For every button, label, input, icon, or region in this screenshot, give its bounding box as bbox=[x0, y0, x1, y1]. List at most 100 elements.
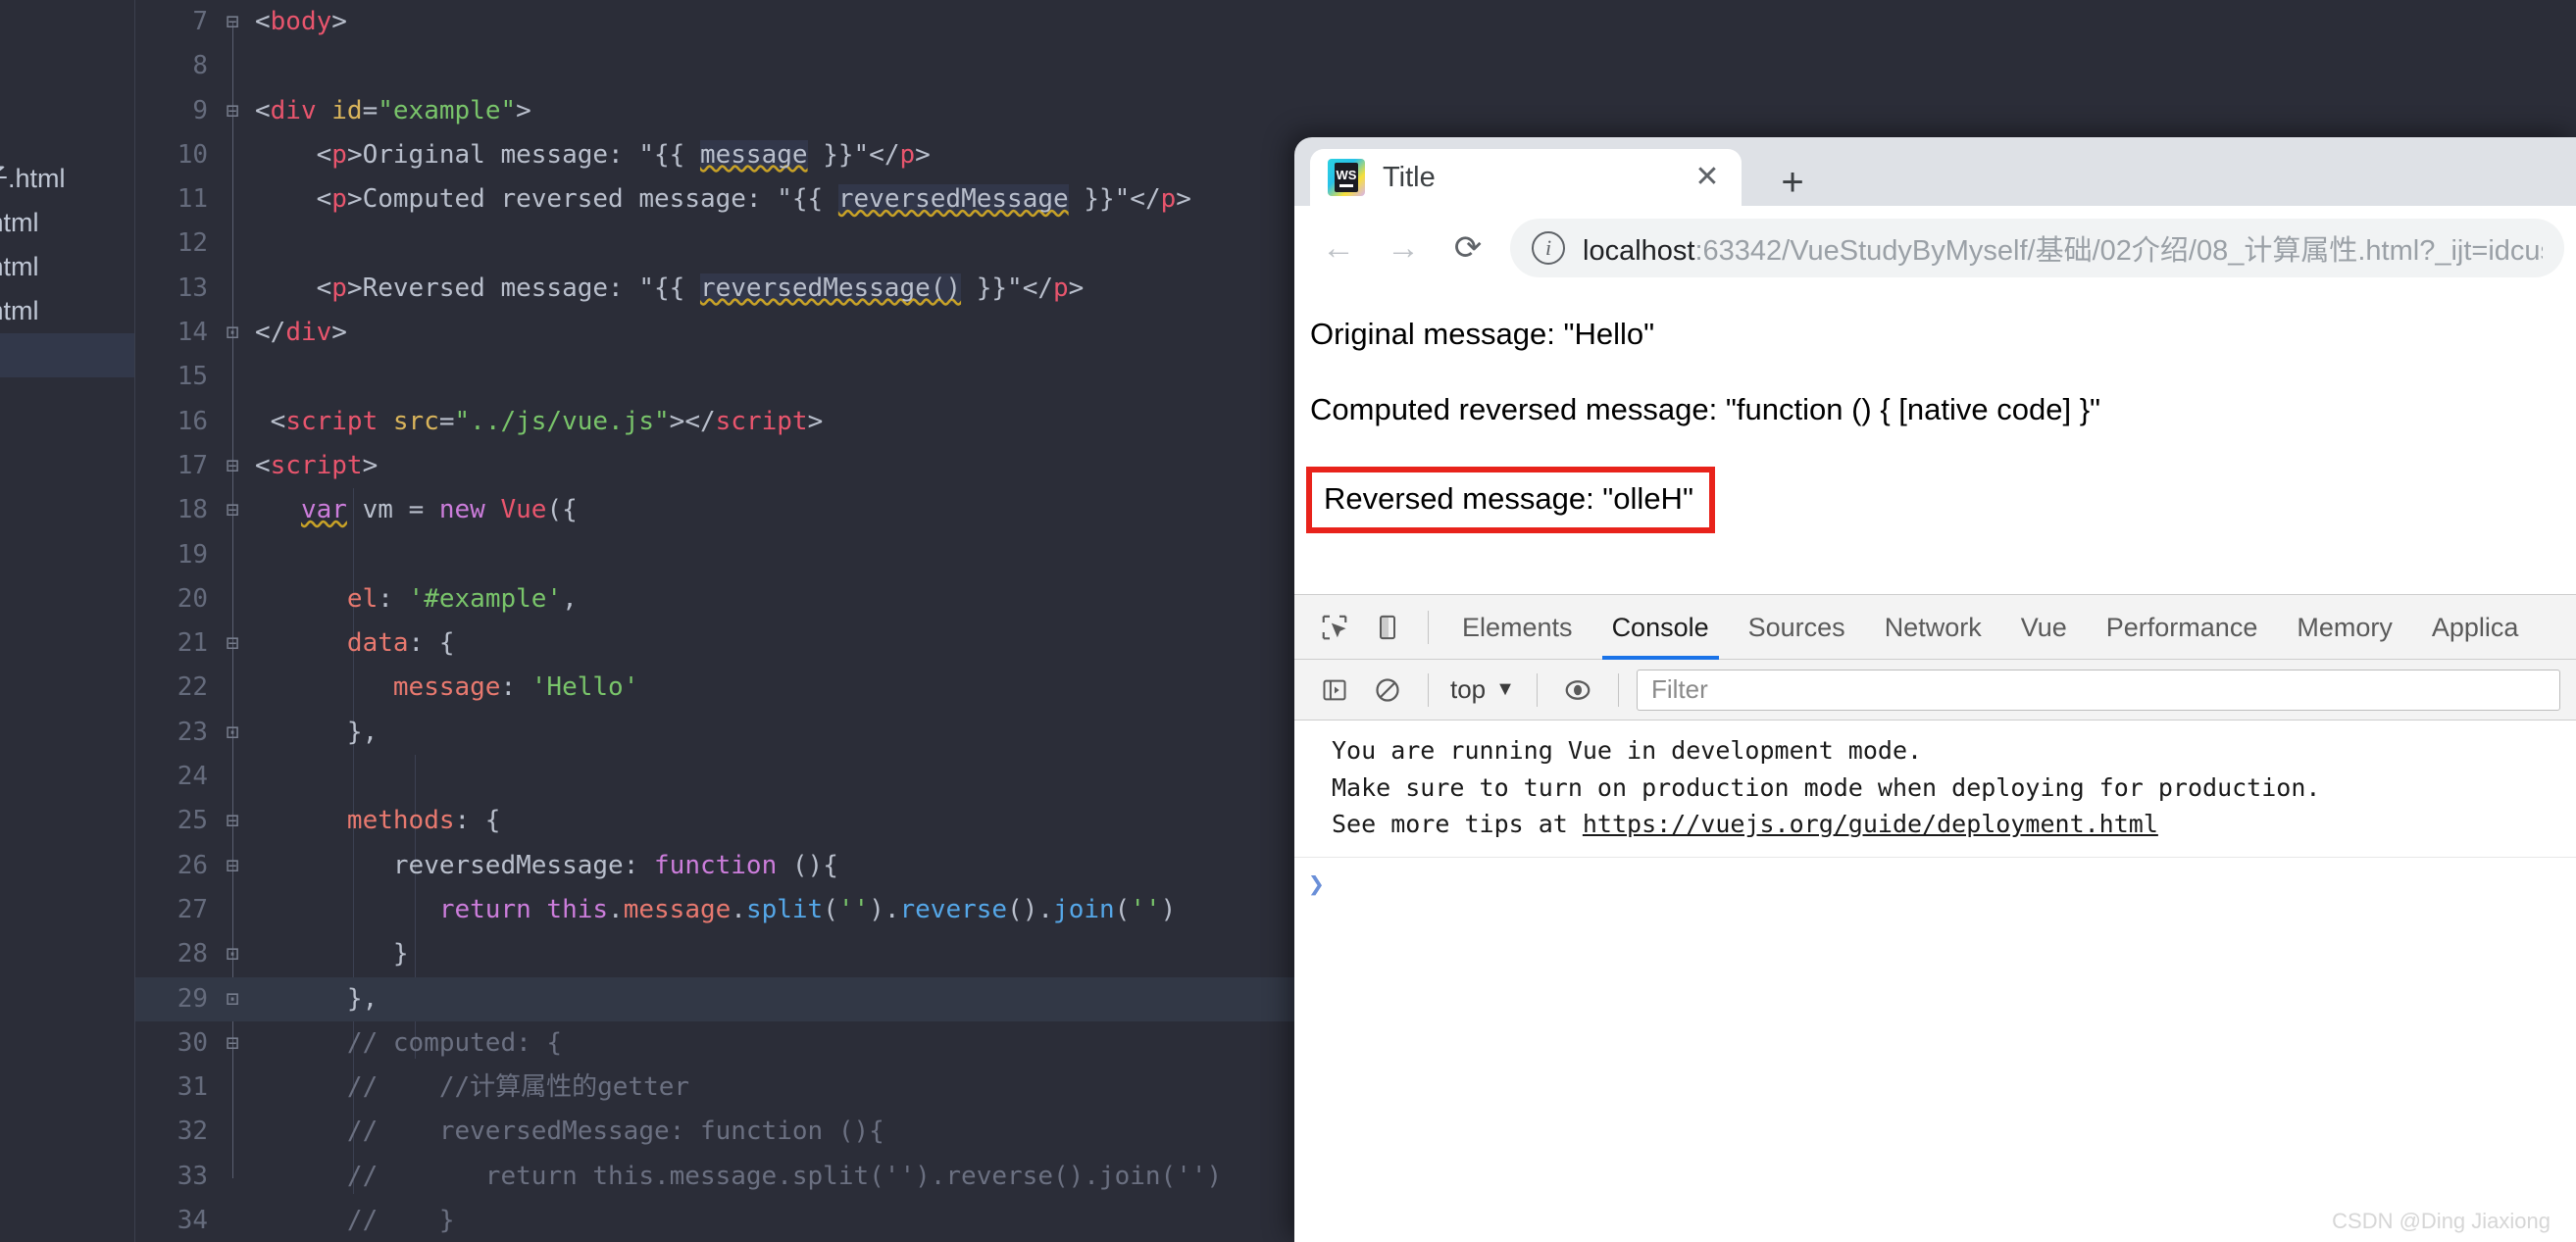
file-list[interactable]: tmll钩子.html值.html令.html号.htmll bbox=[0, 69, 134, 377]
devtools-tab-memory[interactable]: Memory bbox=[2277, 595, 2412, 660]
fold-marker-icon[interactable]: ⊡ bbox=[222, 711, 243, 755]
url-text: localhost:63342/VueStudyByMyself/基础/02介绍… bbox=[1583, 227, 2543, 269]
line-number: 28 bbox=[177, 939, 208, 969]
back-icon[interactable]: ← bbox=[1306, 216, 1371, 280]
line-number: 26 bbox=[177, 850, 208, 880]
code-text: // computed: { bbox=[346, 1027, 563, 1058]
devtools-tab-vue[interactable]: Vue bbox=[2001, 595, 2087, 660]
close-icon[interactable]: ✕ bbox=[1691, 161, 1724, 194]
console-prompt[interactable]: ❯ bbox=[1294, 858, 2576, 900]
fold-marker-icon[interactable]: ⊟ bbox=[222, 799, 243, 843]
file-list-item[interactable]: 钩子.html bbox=[0, 157, 134, 201]
line-number: 14 bbox=[177, 318, 208, 348]
devtools-tab-console[interactable]: Console bbox=[1592, 595, 1729, 660]
url-rest: :63342/VueStudyByMyself/基础/02介绍/08_计算属性.… bbox=[1694, 235, 2543, 267]
tab-title: Title bbox=[1383, 161, 1436, 193]
code-text: <script src="../js/vue.js"></script> bbox=[270, 406, 824, 436]
screenshot-root: tmll钩子.html值.html令.html号.htmll 7⊟<body>8… bbox=[0, 0, 2576, 1242]
devtools-panel[interactable]: Elements Console Sources Network Vue Performa… bbox=[1294, 594, 2576, 1242]
file-list-item[interactable]: l bbox=[0, 333, 134, 377]
devtools-tab-list[interactable]: Elements Console Sources Network Vue Performa… bbox=[1442, 595, 2538, 660]
inspect-element-icon[interactable] bbox=[1308, 601, 1361, 654]
fold-marker-icon[interactable]: ⊟ bbox=[222, 0, 243, 44]
code-text: </div> bbox=[255, 318, 347, 348]
devtools-tab-performance[interactable]: Performance bbox=[2087, 595, 2278, 660]
clear-console-icon[interactable] bbox=[1361, 664, 1414, 717]
line-number: 9 bbox=[192, 95, 208, 125]
toolbar-divider bbox=[1428, 610, 1429, 644]
new-tab-button[interactable]: + bbox=[1769, 159, 1816, 206]
devtools-tab-network[interactable]: Network bbox=[1865, 595, 2001, 660]
code-line[interactable]: 7 ⊟ <body> bbox=[135, 0, 2576, 44]
line-number: 24 bbox=[177, 762, 208, 792]
code-text: <body> bbox=[255, 7, 347, 36]
code-text: <div id="example"> bbox=[255, 95, 531, 125]
live-expression-eye-icon[interactable] bbox=[1551, 664, 1604, 717]
address-bar[interactable]: i localhost:63342/VueStudyByMyself/基础/02… bbox=[1510, 219, 2564, 277]
fold-marker-icon[interactable]: ⊟ bbox=[222, 488, 243, 532]
page-viewport: Original message: "Hello" Computed rever… bbox=[1294, 290, 2576, 594]
console-output[interactable]: You are running Vue in development mode.… bbox=[1294, 720, 2576, 1242]
browser-window[interactable]: WS Title ✕ + ← → ⟳ i localhost:63342/Vue… bbox=[1294, 137, 2576, 1242]
filter-input[interactable]: Filter bbox=[1636, 669, 2560, 711]
execution-context-selector[interactable]: top ▼ bbox=[1442, 674, 1523, 705]
site-info-icon[interactable]: i bbox=[1532, 231, 1565, 265]
console-message: You are running Vue in development mode.… bbox=[1294, 720, 2576, 858]
tab-strip[interactable]: WS Title ✕ + bbox=[1294, 137, 2576, 206]
filterbar-divider-3 bbox=[1617, 672, 1619, 707]
fold-marker-icon[interactable]: ⊟ bbox=[222, 1021, 243, 1066]
device-toolbar-icon[interactable] bbox=[1361, 601, 1414, 654]
code-text: } bbox=[392, 939, 409, 969]
fold-marker-icon[interactable]: ⊟ bbox=[222, 444, 243, 488]
fold-marker-icon[interactable]: ⊟ bbox=[222, 621, 243, 666]
line-number: 22 bbox=[177, 672, 208, 703]
code-line[interactable]: 8 bbox=[135, 44, 2576, 88]
file-list-item[interactable]: 值.html bbox=[0, 201, 134, 245]
fold-marker-icon[interactable]: ⊡ bbox=[222, 977, 243, 1021]
code-text: methods: { bbox=[346, 806, 501, 836]
vue-deployment-link[interactable]: https://vuejs.org/guide/deployment.html bbox=[1583, 810, 2158, 838]
file-list-item[interactable]: tml bbox=[0, 69, 134, 113]
devtools-tabbar[interactable]: Elements Console Sources Network Vue Performa… bbox=[1294, 595, 2576, 660]
webstorm-favicon-icon: WS bbox=[1328, 159, 1365, 196]
code-line[interactable]: 9 ⊟ <div id="example"> bbox=[135, 89, 2576, 133]
code-text: message: 'Hello' bbox=[392, 672, 639, 703]
fold-marker-icon[interactable]: ⊡ bbox=[222, 311, 243, 355]
console-filter-bar[interactable]: top ▼ Filter bbox=[1294, 660, 2576, 720]
file-list-item[interactable]: 令.html bbox=[0, 245, 134, 289]
code-text: reversedMessage: function (){ bbox=[392, 850, 838, 880]
line-number: 30 bbox=[177, 1027, 208, 1058]
file-list-item[interactable]: 号.html bbox=[0, 289, 134, 333]
file-list-item[interactable]: l bbox=[0, 113, 134, 157]
line-number: 23 bbox=[177, 717, 208, 747]
line-number: 12 bbox=[177, 228, 208, 259]
page-line-computed: Computed reversed message: "function () … bbox=[1310, 391, 2101, 426]
file-list-item-label: 号.html bbox=[0, 296, 39, 325]
line-number: 19 bbox=[177, 539, 208, 570]
fold-marker-icon[interactable]: ⊟ bbox=[222, 844, 243, 888]
devtools-tab-sources[interactable]: Sources bbox=[1729, 595, 1865, 660]
file-list-item-label: 令.html bbox=[0, 252, 39, 281]
line-number: 11 bbox=[177, 184, 208, 215]
page-line-original: Original message: "Hello" bbox=[1310, 317, 1655, 351]
devtools-tab-elements[interactable]: Elements bbox=[1442, 595, 1592, 660]
line-number: 7 bbox=[192, 7, 208, 36]
line-number: 13 bbox=[177, 273, 208, 303]
filterbar-divider-2 bbox=[1536, 672, 1538, 707]
line-number: 25 bbox=[177, 806, 208, 836]
line-number: 31 bbox=[177, 1072, 208, 1103]
devtools-tab-applica[interactable]: Applica bbox=[2412, 595, 2539, 660]
line-number: 34 bbox=[177, 1206, 208, 1236]
browser-tab[interactable]: WS Title ✕ bbox=[1310, 149, 1742, 206]
browser-toolbar[interactable]: ← → ⟳ i localhost:63342/VueStudyByMyself… bbox=[1294, 206, 2576, 290]
fold-marker-icon[interactable]: ⊡ bbox=[222, 932, 243, 976]
console-sidebar-icon[interactable] bbox=[1308, 664, 1361, 717]
execution-context-label: top bbox=[1450, 674, 1487, 704]
project-file-tree[interactable]: tmll钩子.html值.html令.html号.htmll bbox=[0, 0, 135, 1242]
line-number: 32 bbox=[177, 1117, 208, 1147]
code-text: <p>Computed reversed message: "{{ revers… bbox=[316, 184, 1191, 215]
forward-icon[interactable]: → bbox=[1371, 216, 1436, 280]
fold-marker-icon[interactable]: ⊟ bbox=[222, 89, 243, 133]
line-number: 17 bbox=[177, 450, 208, 480]
reload-icon[interactable]: ⟳ bbox=[1436, 216, 1500, 280]
